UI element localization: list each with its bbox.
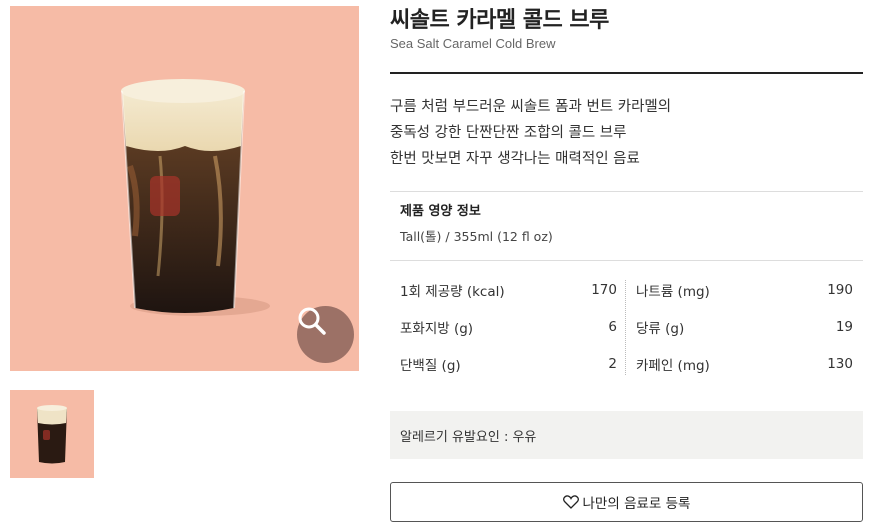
nutrition-value: 190 [827,282,853,298]
product-subtitle: Sea Salt Caramel Cold Brew [390,36,556,51]
zoom-button[interactable] [297,306,354,363]
description-line: 한번 맛보면 자꾸 생각나는 매력적인 음료 [390,151,640,167]
nutrition-row-sugars: 당류 (g) 19 [636,317,853,337]
nutrition-value: 19 [835,319,853,335]
description-line: 구름 처럼 부드러운 씨솔트 폼과 번트 카라멜의 [390,99,672,115]
nutrition-value: 130 [827,356,853,372]
nutrition-label: 카페인 (mg) [636,358,710,374]
product-description: 구름 처럼 부드러운 씨솔트 폼과 번트 카라멜의 중독성 강한 단짠단짠 조합… [390,94,671,172]
nutrition-label: 당류 (g) [636,321,685,337]
product-thumbnail[interactable] [10,390,94,478]
divider [390,191,863,192]
product-title: 씨솔트 카라멜 콜드 브루 [390,8,609,33]
nutrition-row-kcal: 1회 제공량 (kcal) 170 [400,280,617,300]
allergy-text: 알레르기 유발요인 : 우유 [400,429,537,445]
column-divider [625,280,626,375]
cold-brew-cup-thumbnail [37,405,67,464]
title-divider [390,72,863,74]
add-favorite-button[interactable]: 나만의 음료로 등록 [390,482,863,522]
nutrition-row-saturated-fat: 포화지방 (g) 6 [400,317,617,337]
description-line: 중독성 강한 단짠단짠 조합의 콜드 브루 [390,125,627,141]
product-image [10,6,359,371]
nutrition-label: 1회 제공량 (kcal) [400,284,505,300]
nutrition-label: 나트륨 (mg) [636,284,710,300]
nutrition-label: 단백질 (g) [400,358,461,374]
nutrition-value: 170 [591,282,617,298]
nutrition-row-sodium: 나트륨 (mg) 190 [636,280,853,300]
allergy-info: 알레르기 유발요인 : 우유 [390,411,863,459]
nutrition-value: 2 [608,356,617,372]
heart-icon [562,495,579,509]
add-favorite-label: 나만의 음료로 등록 [582,496,691,512]
serving-size: Tall(톨) / 355ml (12 fl oz) [400,229,553,244]
nutrition-label: 포화지방 (g) [400,321,474,337]
magnifier-icon [298,307,326,335]
nutrition-value: 6 [608,319,617,335]
nutrition-row-caffeine: 카페인 (mg) 130 [636,354,853,374]
divider [390,260,863,261]
nutrition-row-protein: 단백질 (g) 2 [400,354,617,374]
nutrition-title: 제품 영양 정보 [400,204,481,219]
